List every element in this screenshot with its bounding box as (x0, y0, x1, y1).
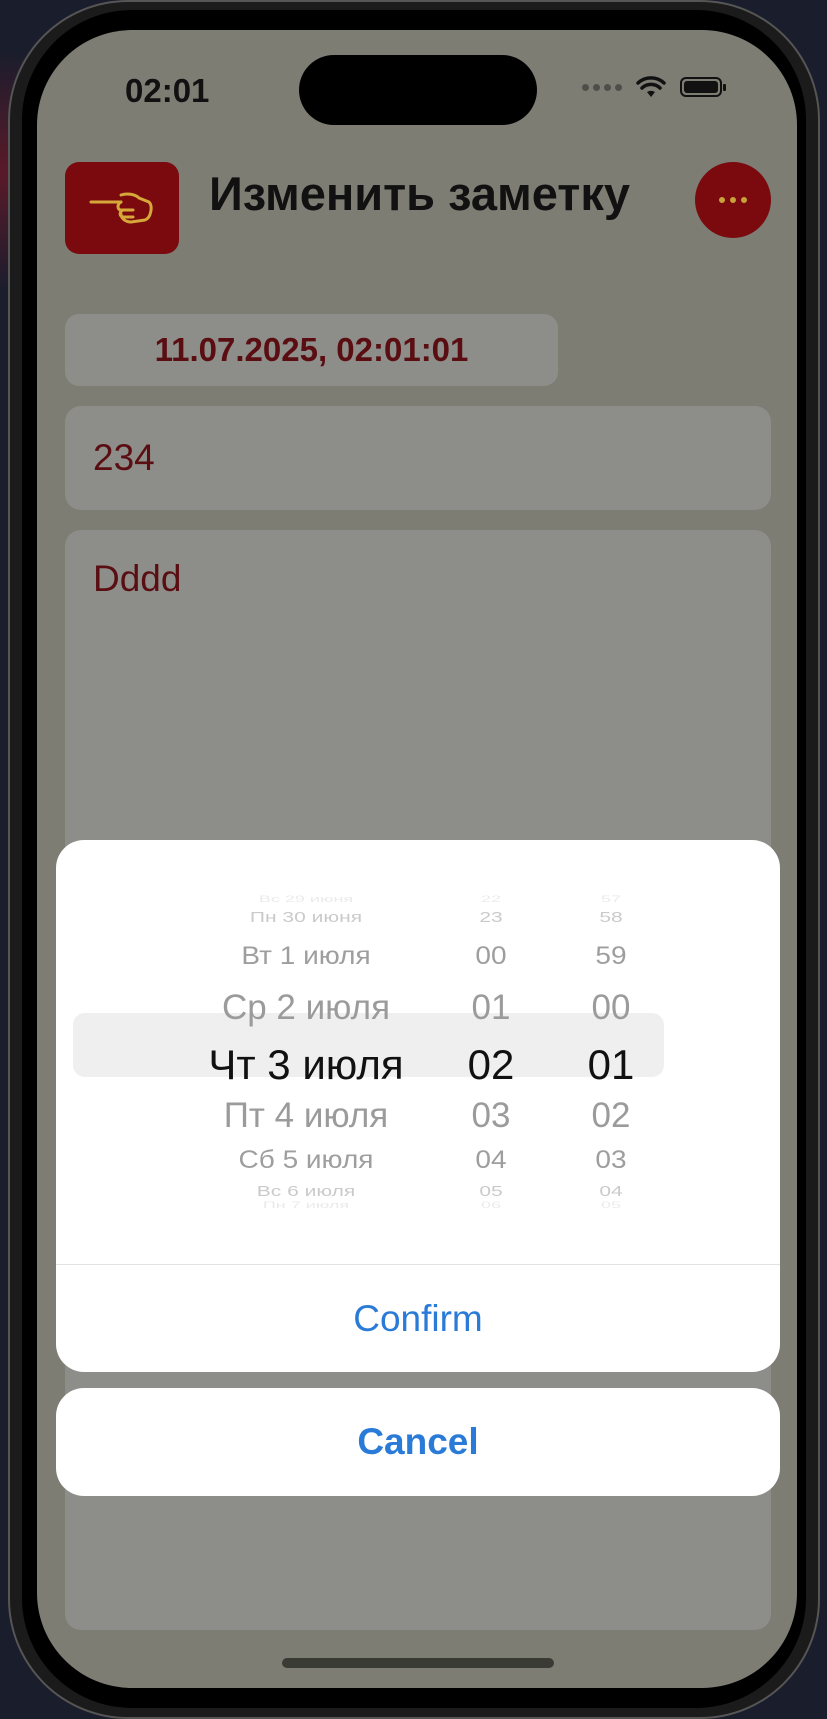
dynamic-island (299, 55, 537, 125)
status-time: 02:01 (125, 72, 210, 109)
picker-hour-option[interactable]: 23 (431, 910, 551, 925)
ellipsis-icon (719, 197, 725, 203)
datetime-picker-sheet: Вс 29 июня Пн 30 июня Вт 1 июля Ср 2 июля Чт… (56, 840, 780, 1372)
home-indicator[interactable] (282, 1658, 554, 1668)
picker-hour-option-selected[interactable]: 02 (431, 1044, 551, 1086)
signal-icon (582, 83, 622, 91)
note-title-input[interactable]: 234 (65, 406, 771, 510)
picker-hour-option[interactable]: 00 (431, 943, 551, 968)
status-icons (582, 76, 726, 98)
more-options-button[interactable] (695, 162, 771, 238)
picker-minute-option[interactable]: 02 (551, 1098, 671, 1133)
date-time-picker[interactable]: Вс 29 июня Пн 30 июня Вт 1 июля Ср 2 июля Чт… (56, 840, 780, 1264)
picker-minute-option[interactable]: 59 (551, 943, 671, 968)
page-title: Изменить заметку (209, 167, 630, 220)
picker-hour-option[interactable]: 04 (431, 1147, 551, 1172)
picker-minute-option[interactable]: 04 (551, 1184, 671, 1199)
picker-minute-column[interactable]: 57 58 59 00 01 02 03 04 05 (551, 840, 671, 1264)
picker-hour-option[interactable]: 03 (431, 1098, 551, 1133)
pointing-hand-icon (89, 192, 153, 224)
picker-hour-option[interactable]: 06 (431, 1201, 551, 1210)
picker-minute-option[interactable]: 03 (551, 1147, 671, 1172)
battery-icon (680, 77, 726, 97)
picker-minute-option[interactable]: 58 (551, 910, 671, 925)
cancel-button[interactable]: Cancel (56, 1388, 780, 1496)
picker-hour-option[interactable]: 01 (431, 990, 551, 1025)
picker-minute-option[interactable]: 05 (551, 1201, 671, 1210)
wifi-icon (636, 76, 666, 97)
picker-hour-option[interactable]: 22 (431, 895, 551, 904)
picker-hour-column[interactable]: 22 23 00 01 02 03 04 05 06 (431, 840, 551, 1264)
confirm-button[interactable]: Confirm (56, 1265, 780, 1372)
picker-hour-option[interactable]: 05 (431, 1184, 551, 1199)
back-button[interactable] (65, 162, 179, 254)
note-datetime-field[interactable]: 11.07.2025, 02:01:01 (65, 314, 558, 386)
picker-minute-option-selected[interactable]: 01 (551, 1044, 671, 1086)
picker-minute-option[interactable]: 00 (551, 990, 671, 1025)
picker-minute-option[interactable]: 57 (551, 895, 671, 904)
